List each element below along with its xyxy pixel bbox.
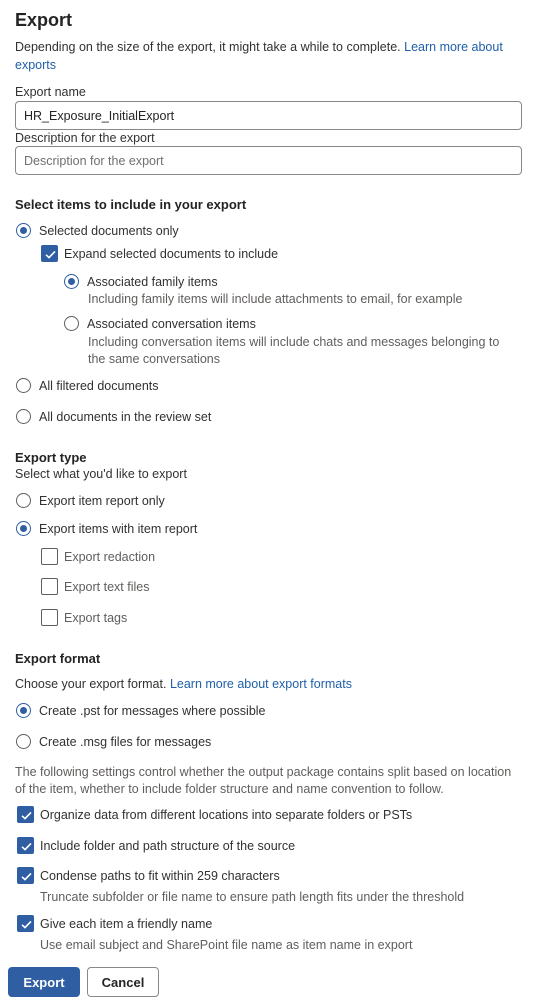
description-label: Description for the export xyxy=(15,131,155,145)
checkbox-empty-icon xyxy=(41,548,58,565)
checkbox-empty-icon xyxy=(41,578,58,595)
radio-report-only-icon xyxy=(16,493,31,508)
create-pst-label: Create .pst for messages where possible xyxy=(39,703,266,718)
cancel-button[interactable]: Cancel xyxy=(87,967,159,997)
export-tags-label: Export tags xyxy=(64,610,128,625)
radio-conversation-icon xyxy=(64,316,79,331)
export-type-subtitle: Select what you'd like to export xyxy=(15,467,187,481)
choose-format-description: Choose your export format. xyxy=(15,677,170,691)
checkbox-condense-paths[interactable]: Condense paths to fit within 259 charact… xyxy=(17,867,280,884)
export-redaction-label: Export redaction xyxy=(64,549,156,564)
export-name-label: Export name xyxy=(15,85,86,99)
checkmark-icon xyxy=(17,915,34,932)
learn-more-formats-link[interactable]: Learn more about export formats xyxy=(170,677,352,691)
checkmark-icon xyxy=(17,867,34,884)
expand-selected-label: Expand selected documents to include xyxy=(64,246,279,261)
radio-items-with-report[interactable]: Export items with item report xyxy=(16,521,197,536)
radio-report-only[interactable]: Export item report only xyxy=(16,493,165,508)
checkmark-icon xyxy=(17,806,34,823)
checkbox-expand-selected[interactable]: Expand selected documents to include xyxy=(41,245,278,262)
condense-paths-label: Condense paths to fit within 259 charact… xyxy=(40,868,280,883)
checkbox-friendly-name[interactable]: Give each item a friendly name xyxy=(17,915,212,932)
radio-items-with-report-icon xyxy=(16,521,31,536)
family-items-description: Including family items will include atta… xyxy=(88,292,463,306)
checkmark-icon xyxy=(17,837,34,854)
radio-family-icon xyxy=(64,274,79,289)
checkmark-icon xyxy=(41,245,58,262)
export-name-input[interactable] xyxy=(15,101,522,130)
export-button[interactable]: Export xyxy=(8,967,80,997)
radio-pst-icon xyxy=(16,703,31,718)
checkbox-export-text-files[interactable]: Export text files xyxy=(41,578,149,595)
radio-all-filtered[interactable]: All filtered documents xyxy=(16,378,159,393)
items-with-report-label: Export items with item report xyxy=(39,521,198,536)
radio-selected-documents[interactable]: Selected documents only xyxy=(16,223,179,238)
friendly-name-description: Use email subject and SharePoint file na… xyxy=(40,938,413,952)
all-review-set-label: All documents in the review set xyxy=(39,409,212,424)
friendly-name-label: Give each item a friendly name xyxy=(40,916,213,931)
export-format-heading: Export format xyxy=(15,651,101,666)
all-filtered-label: All filtered documents xyxy=(39,378,159,393)
checkbox-export-redaction[interactable]: Export redaction xyxy=(41,548,155,565)
intro-description: Depending on the size of the export, it … xyxy=(15,40,405,54)
report-only-label: Export item report only xyxy=(39,493,165,508)
include-folder-label: Include folder and path structure of the… xyxy=(40,838,296,853)
conversation-items-label: Associated conversation items xyxy=(87,316,256,331)
select-items-heading: Select items to include in your export xyxy=(15,197,247,212)
description-input[interactable] xyxy=(15,146,522,175)
settings-note-line1: The following settings control whether t… xyxy=(15,765,512,779)
export-type-heading: Export type xyxy=(15,450,87,465)
conversation-description-line1: Including conversation items will includ… xyxy=(88,335,500,349)
radio-selected-label: Selected documents only xyxy=(39,223,179,238)
radio-all-review-icon xyxy=(16,409,31,424)
radio-family-items[interactable]: Associated family items xyxy=(64,274,218,289)
radio-all-filtered-icon xyxy=(16,378,31,393)
create-msg-label: Create .msg files for messages xyxy=(39,734,212,749)
radio-create-msg[interactable]: Create .msg files for messages xyxy=(16,734,211,749)
panel-title: Export xyxy=(15,10,73,30)
settings-note-line2: of the item, whether to include folder s… xyxy=(15,782,444,796)
intro-text: Depending on the size of the export, it … xyxy=(15,38,530,74)
radio-selected-icon xyxy=(16,223,31,238)
condense-paths-description: Truncate subfolder or file name to ensur… xyxy=(40,890,465,904)
radio-all-review-set[interactable]: All documents in the review set xyxy=(16,409,211,424)
radio-conversation-items[interactable]: Associated conversation items xyxy=(64,316,256,331)
checkbox-organize-data[interactable]: Organize data from different locations i… xyxy=(17,806,412,823)
conversation-description-line2: the same conversations xyxy=(88,352,221,366)
checkbox-include-folder[interactable]: Include folder and path structure of the… xyxy=(17,837,295,854)
checkbox-export-tags[interactable]: Export tags xyxy=(41,609,127,626)
checkbox-empty-icon xyxy=(41,609,58,626)
choose-format-text: Choose your export format. Learn more ab… xyxy=(15,677,352,691)
family-items-label: Associated family items xyxy=(87,274,218,289)
organize-data-label: Organize data from different locations i… xyxy=(40,807,413,822)
radio-msg-icon xyxy=(16,734,31,749)
radio-create-pst[interactable]: Create .pst for messages where possible xyxy=(16,703,266,718)
export-text-files-label: Export text files xyxy=(64,579,150,594)
